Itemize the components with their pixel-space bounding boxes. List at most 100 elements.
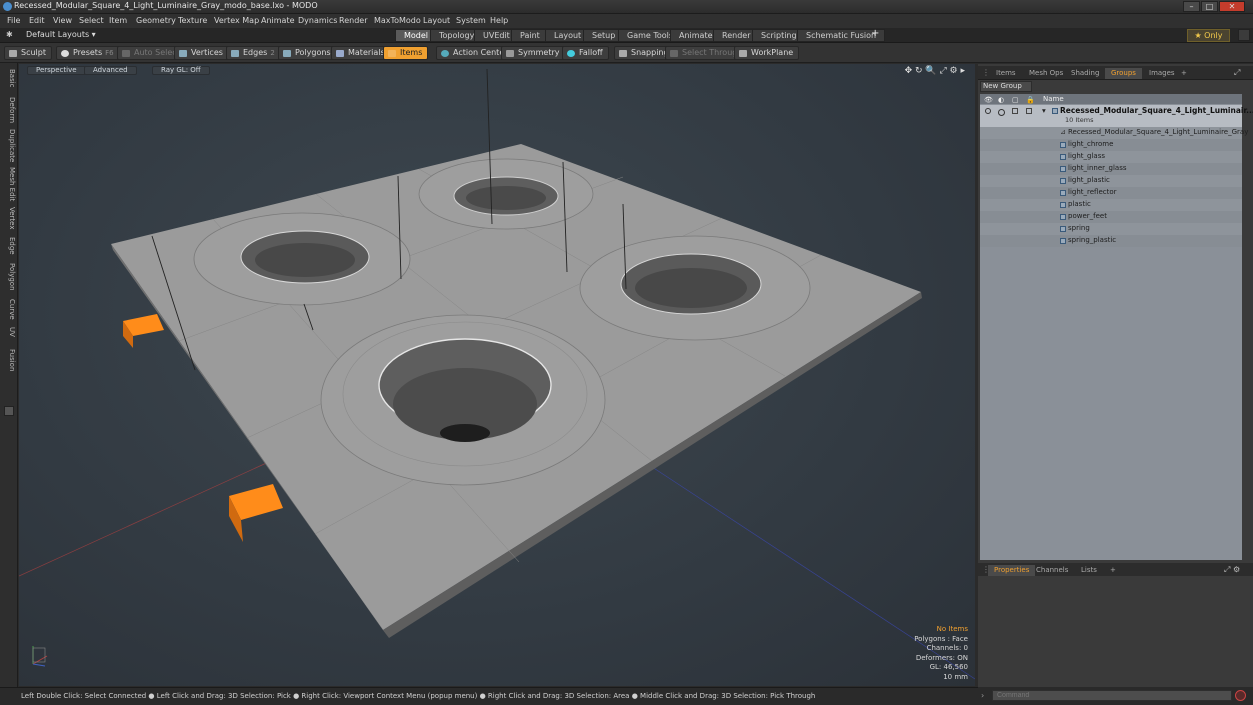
workplane-button[interactable]: WorkPlane [734, 46, 800, 60]
material-icon [1060, 238, 1066, 244]
menu-file[interactable]: File [7, 16, 20, 25]
items-button[interactable]: Items [383, 46, 429, 60]
visibility-col-icon: 👁 [984, 96, 993, 104]
panel-menu-icon[interactable]: ⋮ [982, 68, 990, 77]
menu-edit[interactable]: Edit [29, 16, 45, 25]
vtab-polygon[interactable]: Polygon [2, 263, 16, 291]
list-item[interactable]: plastic [980, 199, 1242, 211]
add-tab-button[interactable]: + [871, 28, 879, 39]
list-item[interactable]: ⊿ Recessed_Modular_Square_4_Light_Luminai… [980, 127, 1248, 139]
list-item[interactable]: light_reflector [980, 187, 1242, 199]
menu-animate[interactable]: Animate [261, 16, 295, 25]
item-label: light_reflector [1068, 188, 1117, 196]
menu-texture[interactable]: Texture [178, 16, 207, 25]
menu-layout[interactable]: Layout [423, 16, 450, 25]
materials-button[interactable]: Materials [331, 46, 391, 60]
tab-settings-icon[interactable] [4, 406, 14, 416]
list-item[interactable]: spring [980, 223, 1242, 235]
vtab-fusion[interactable]: Fusion [2, 349, 16, 371]
tool-tabs: Basic Deform Duplicate Mesh Edit Vertex … [0, 63, 18, 687]
list-item[interactable]: light_plastic [980, 175, 1242, 187]
presets-button[interactable]: Presets F6 [56, 46, 120, 60]
add-properties-tab[interactable]: + [1104, 565, 1122, 576]
menu-view[interactable]: View [53, 16, 72, 25]
minimize-icon[interactable]: – [1183, 1, 1200, 12]
list-item[interactable]: spring_plastic [980, 235, 1242, 247]
symmetry-button[interactable]: Symmetry [501, 46, 566, 60]
pin-icon[interactable]: ✱ [6, 30, 13, 39]
tab-groups[interactable]: Groups [1105, 68, 1142, 79]
item-label: spring [1068, 224, 1090, 232]
select-col-icon: ▢ [1012, 96, 1019, 104]
command-stop-icon[interactable] [1235, 690, 1246, 701]
list-item[interactable]: light_glass [980, 151, 1242, 163]
materials-icon [336, 50, 344, 57]
tab-items[interactable]: Items [990, 68, 1022, 79]
vtab-basic[interactable]: Basic [2, 69, 16, 88]
vtab-edge[interactable]: Edge [2, 237, 16, 255]
vtab-curve[interactable]: Curve [2, 299, 16, 320]
command-input[interactable] [992, 690, 1232, 701]
sculpt-button[interactable]: Sculpt [4, 46, 52, 60]
vtab-vertex[interactable]: Vertex [2, 207, 16, 230]
action-center-icon [441, 50, 449, 57]
item-label: Recessed_Modular_Square_4_Light_Luminair… [1068, 128, 1249, 136]
maximize-icon[interactable]: □ [1201, 1, 1218, 12]
menu-select[interactable]: Select [79, 16, 104, 25]
visibility-icon[interactable] [985, 108, 991, 114]
view-perspective-button[interactable]: Perspective [27, 66, 86, 75]
tab-lists[interactable]: Lists [1075, 565, 1103, 576]
material-icon [1060, 214, 1066, 220]
menu-geometry[interactable]: Geometry [136, 16, 176, 25]
layout-preset-dropdown[interactable]: Default Layouts ▾ [26, 30, 96, 39]
menu-render[interactable]: Render [339, 16, 367, 25]
properties-tabs: ⋮ Properties Channels Lists + ⤢ ⚙ [978, 563, 1253, 577]
tab-paint[interactable]: Paint [511, 29, 549, 42]
menu-item[interactable]: Item [109, 16, 127, 25]
lock-toggle-icon[interactable] [1026, 108, 1032, 114]
vtab-uv[interactable]: UV [2, 327, 16, 337]
shading-advanced-button[interactable]: Advanced [84, 66, 137, 75]
raygl-button[interactable]: Ray GL: Off [152, 66, 210, 75]
list-item[interactable]: power_feet [980, 211, 1242, 223]
menu-dynamics[interactable]: Dynamics [298, 16, 337, 25]
vtab-duplicate[interactable]: Duplicate [2, 129, 16, 162]
collapse-icon[interactable]: ▾ [1042, 106, 1046, 115]
select-toggle-icon[interactable] [1012, 108, 1018, 114]
menu-maxtomodo[interactable]: MaxToModo [374, 16, 421, 25]
tab-mesh-ops[interactable]: Mesh Ops [1023, 68, 1069, 79]
close-icon[interactable]: ✕ [1219, 1, 1245, 12]
material-icon [1060, 142, 1066, 148]
expand-icon[interactable]: ⤢ [1234, 68, 1240, 78]
edges-button[interactable]: Edges 2 [226, 46, 281, 60]
layout-menu-icon[interactable] [1238, 29, 1250, 41]
tab-shading[interactable]: Shading [1065, 68, 1105, 79]
group-root-row[interactable]: ▾ Recessed_Modular_Square_4_Light_Lumina… [980, 105, 1253, 127]
lock-col-icon: 🔒 [1026, 96, 1035, 104]
new-group-button[interactable]: New Group [980, 81, 1032, 92]
vtab-deform[interactable]: Deform [2, 97, 16, 123]
item-label: power_feet [1068, 212, 1107, 220]
menu-help[interactable]: Help [490, 16, 508, 25]
scene-render [19, 68, 975, 680]
viewport-nav-icons[interactable]: ✥ ↻ 🔍 ⤢ ⚙ ▸ [905, 66, 965, 76]
tab-properties[interactable]: Properties [988, 565, 1036, 576]
falloff-button[interactable]: Falloff [562, 46, 609, 60]
info-channels: Channels: 0 [926, 644, 968, 652]
menu-system[interactable]: System [456, 16, 486, 25]
vtab-mesh-edit[interactable]: Mesh Edit [2, 167, 16, 201]
properties-expand-icon[interactable]: ⤢ ⚙ [1224, 565, 1240, 575]
render-toggle-icon[interactable] [998, 109, 1005, 116]
3d-viewport[interactable]: Perspective Advanced Ray GL: Off ✥ ↻ 🔍 ⤢… [19, 64, 975, 686]
axis-gizmo [32, 646, 48, 667]
list-item[interactable]: light_inner_glass [980, 163, 1242, 175]
tab-channels[interactable]: Channels [1030, 565, 1074, 576]
properties-panel [978, 576, 1253, 686]
item-label: light_glass [1068, 152, 1105, 160]
menu-vertex-map[interactable]: Vertex Map [214, 16, 259, 25]
viewport-info: No Items Polygons : Face Channels: 0 Def… [914, 625, 968, 682]
only-toggle[interactable]: ★ Only [1187, 29, 1230, 42]
add-panel-tab[interactable]: + [1175, 68, 1193, 79]
list-item[interactable]: light_chrome [980, 139, 1242, 151]
symmetry-icon [506, 50, 514, 57]
